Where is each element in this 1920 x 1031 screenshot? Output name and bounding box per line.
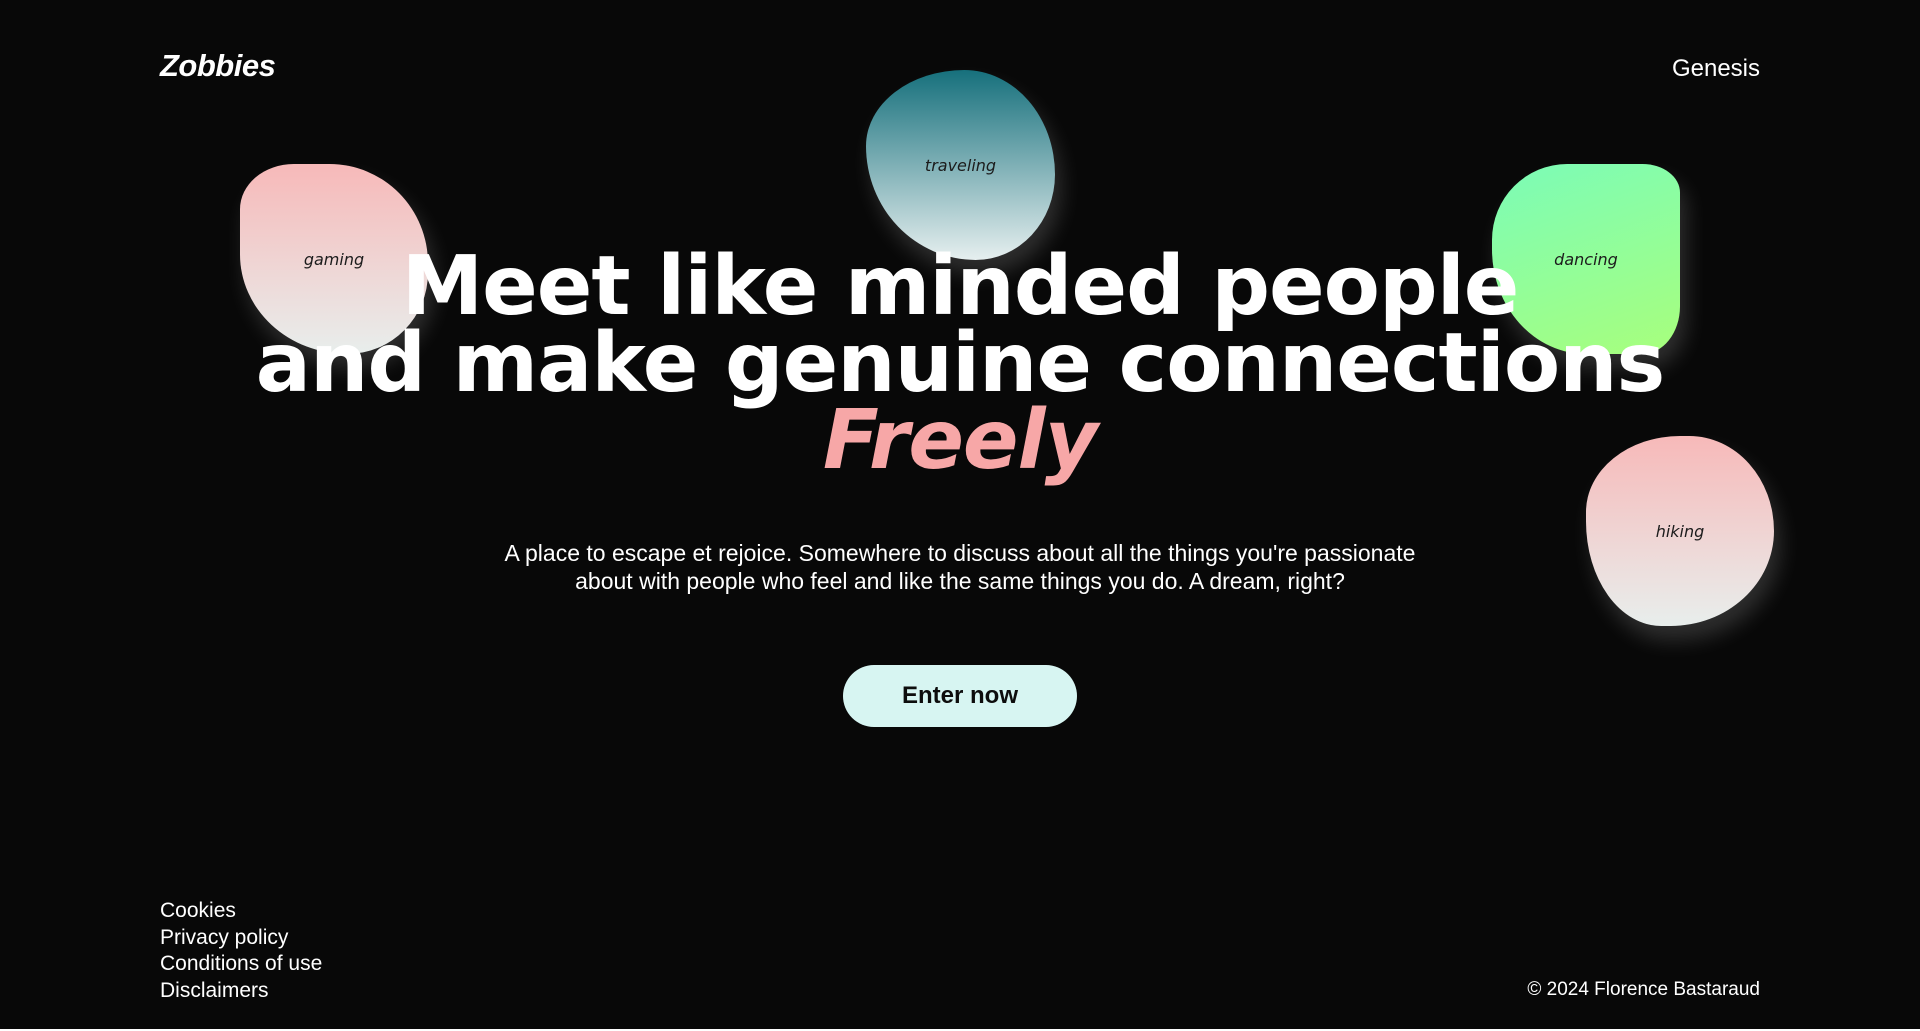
headline-accent: Freely [822,393,1098,488]
enter-now-button[interactable]: Enter now [843,665,1077,727]
headline-line-1: Meet like minded people [401,239,1520,334]
footer-links: Cookies Privacy policy Conditions of use… [160,898,322,1004]
footer-link-cookies[interactable]: Cookies [160,898,322,925]
interest-bubble-traveling: traveling [866,70,1055,260]
footer-link-conditions-of-use[interactable]: Conditions of use [160,951,322,978]
footer-link-privacy-policy[interactable]: Privacy policy [160,925,322,952]
interest-bubble-label: traveling [924,155,997,175]
landing-page: Zobbies Genesis gaming traveling dancing… [0,0,1920,1029]
footer-link-disclaimers[interactable]: Disclaimers [160,978,322,1005]
hero-headline: Meet like minded people and make genuine… [0,239,1920,488]
nav-link-genesis[interactable]: Genesis [1672,55,1760,83]
hero-tagline: A place to escape et rejoice. Somewhere … [504,540,1416,594]
copyright-text: © 2024 Florence Bastaraud [1527,979,1760,1000]
interest-bubble-label: hiking [1655,521,1705,541]
brand-logo[interactable]: Zobbies [160,48,276,84]
headline-line-2: and make genuine connections [255,316,1666,411]
